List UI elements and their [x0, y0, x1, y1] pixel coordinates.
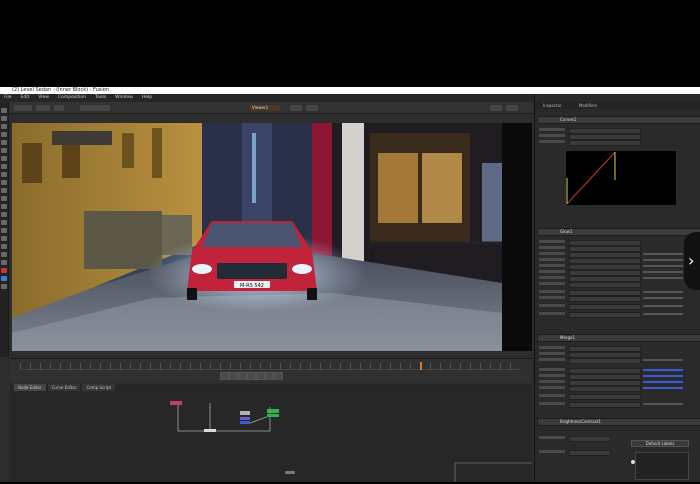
viewer-option[interactable]: [490, 105, 502, 111]
tool-header-merge[interactable]: Merge1: [537, 334, 700, 342]
timeline[interactable]: [10, 358, 532, 382]
play-button[interactable]: [256, 372, 265, 380]
tool-icon[interactable]: [1, 132, 7, 137]
menu-tools[interactable]: Tools: [95, 94, 106, 102]
editor-tabs: Node Editor Curve Editor Comp Script: [10, 384, 532, 391]
tool-icon[interactable]: [1, 124, 7, 129]
window-title: (2) Level Sedan - (Inner Block) - Fusion: [0, 87, 700, 94]
tool-header-glow[interactable]: Glow1: [537, 228, 700, 236]
tool-icon[interactable]: [1, 172, 7, 177]
tab-inspector[interactable]: Inspector: [543, 103, 562, 108]
default-labels-button[interactable]: Default Labels: [631, 440, 689, 447]
scene-image: M-RS 542: [12, 123, 502, 351]
go-to-end-button[interactable]: [274, 372, 283, 380]
tool-name: Glow1: [560, 229, 573, 234]
viewer-option[interactable]: [14, 105, 32, 111]
curve-graph[interactable]: [565, 150, 677, 206]
inspector-tabs: Inspector Modifiers: [535, 102, 700, 109]
menu-help[interactable]: Help: [142, 94, 152, 102]
viewer-image[interactable]: M-RS 542: [12, 123, 502, 351]
tool-icon[interactable]: [1, 244, 7, 249]
tool-icon[interactable]: [1, 108, 7, 113]
menu-edit[interactable]: Edit: [21, 94, 30, 102]
step-forward-button[interactable]: [265, 372, 274, 380]
tool-strip: [0, 102, 9, 357]
viewer-option[interactable]: [36, 105, 50, 111]
tool-icon[interactable]: [1, 164, 7, 169]
tool-icon[interactable]: [1, 260, 7, 265]
connector-dot[interactable]: [631, 460, 635, 464]
tool-icon[interactable]: [1, 252, 7, 257]
tab-modifiers[interactable]: Modifiers: [579, 103, 597, 108]
tool-icon[interactable]: [1, 148, 7, 153]
tool-icon[interactable]: [1, 180, 7, 185]
go-to-start-button[interactable]: [220, 372, 229, 380]
viewer-tab-label: Viewer1: [252, 105, 269, 110]
tab-curve-editor[interactable]: Curve Editor: [47, 384, 81, 391]
tool-icon[interactable]: [1, 196, 7, 201]
inspector-panel: Inspector Modifiers Curves1 Glow1 Merge1…: [534, 94, 700, 482]
tool-icon[interactable]: [1, 204, 7, 209]
stop-button[interactable]: [247, 372, 256, 380]
node-blue: [240, 417, 250, 420]
tool-name: BrightnessContrast1: [560, 419, 601, 424]
viewer-empty-area: [502, 123, 532, 351]
step-back-button[interactable]: [229, 372, 238, 380]
license-plate: M-RS 542: [240, 283, 264, 289]
node-gray: [240, 411, 250, 415]
tool-icon[interactable]: [1, 284, 7, 289]
tool-header-curves[interactable]: Curves1: [537, 116, 700, 124]
tool-header-brightness[interactable]: BrightnessContrast1: [537, 418, 700, 426]
viewer-option[interactable]: [306, 105, 318, 111]
time-ruler[interactable]: [20, 363, 520, 370]
viewer-option[interactable]: [80, 105, 110, 111]
tool-icon[interactable]: [1, 276, 7, 281]
node-pink: [170, 401, 182, 405]
node-graph: [170, 401, 532, 482]
tool-name: Merge1: [560, 335, 576, 340]
menu-file[interactable]: File: [4, 94, 12, 102]
node-blue: [240, 421, 250, 424]
viewer-option[interactable]: [290, 105, 302, 111]
menu-composition[interactable]: Composition: [58, 94, 86, 102]
tool-icon[interactable]: [1, 116, 7, 121]
node-white: [204, 429, 216, 432]
tool-icon[interactable]: [1, 236, 7, 241]
viewer-option[interactable]: [54, 105, 64, 111]
menu-view[interactable]: View: [38, 94, 49, 102]
viewer-option[interactable]: [506, 105, 518, 111]
node-green: [267, 414, 279, 417]
tool-icon[interactable]: [1, 140, 7, 145]
tool-icon[interactable]: [1, 212, 7, 217]
play-reverse-button[interactable]: [238, 372, 247, 380]
tab-node-editor[interactable]: Node Editor: [14, 384, 46, 391]
viewer-tab[interactable]: Viewer1: [250, 105, 280, 111]
tool-icon[interactable]: [1, 156, 7, 161]
playhead[interactable]: [420, 362, 422, 370]
node-editor[interactable]: [10, 391, 532, 482]
fusion-app: File Edit View Composition Tools Window …: [0, 94, 700, 482]
labels-list[interactable]: [635, 452, 689, 480]
chevron-right-icon[interactable]: ›: [684, 232, 700, 290]
menu-window[interactable]: Window: [115, 94, 133, 102]
tab-comp-script[interactable]: Comp Script: [82, 384, 116, 391]
tool-icon[interactable]: [1, 268, 7, 273]
viewer-toolbar: Viewer1: [10, 102, 532, 114]
node-green: [267, 409, 279, 413]
tool-name: Curves1: [560, 117, 577, 122]
tool-icon[interactable]: [1, 228, 7, 233]
tool-icon[interactable]: [1, 188, 7, 193]
tool-icon[interactable]: [1, 220, 7, 225]
